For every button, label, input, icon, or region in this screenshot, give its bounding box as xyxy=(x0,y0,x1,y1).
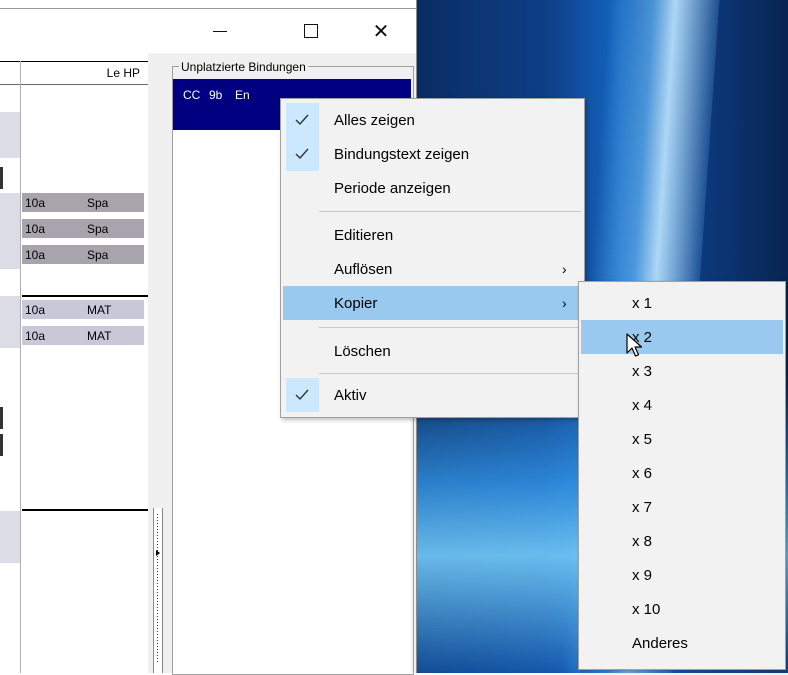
menu-item-alles-zeigen[interactable]: Alles zeigen xyxy=(283,103,582,137)
class-cell: 10a xyxy=(25,196,46,210)
table-row[interactable]: 10a MAT xyxy=(22,326,144,345)
subject-cell: Spa xyxy=(87,196,109,210)
subject-cell: MAT xyxy=(87,329,112,343)
checkmark-icon xyxy=(286,137,319,171)
unplaced-bindings-title: Unplatzierte Bindungen xyxy=(179,60,308,74)
menu-item-periode-anzeigen[interactable]: Periode anzeigen xyxy=(283,171,582,205)
splitter[interactable] xyxy=(148,53,170,673)
submenu-item-label: x 5 xyxy=(632,431,653,448)
grid-marker xyxy=(0,434,3,456)
menu-item-label: Periode anzeigen xyxy=(334,180,451,197)
menu-item-editieren[interactable]: Editieren xyxy=(283,218,582,252)
grid-block xyxy=(0,112,20,158)
subject-cell: Spa xyxy=(87,248,109,262)
grid-header: Le HP xyxy=(0,61,148,85)
grid-header-label: Le HP xyxy=(106,66,140,80)
grid-marker xyxy=(0,407,3,429)
menu-item-label: Bindungstext zeigen xyxy=(334,146,470,163)
table-row[interactable]: 10a Spa xyxy=(22,219,144,238)
menu-separator xyxy=(319,211,581,212)
title-bar: ✕ xyxy=(0,8,416,53)
maximize-icon xyxy=(304,24,318,38)
class-cell: 10a xyxy=(25,329,46,343)
menu-item-aufloesen[interactable]: Auflösen › xyxy=(283,252,582,286)
submenu-item-x3[interactable]: x 3 xyxy=(581,354,783,388)
menu-separator xyxy=(319,327,581,328)
maximize-button[interactable] xyxy=(288,9,334,53)
binding-code: CC xyxy=(183,88,201,102)
subject-cell: MAT xyxy=(87,303,112,317)
grid-block xyxy=(0,193,20,269)
menu-item-label: Aktiv xyxy=(334,387,367,404)
class-cell: 10a xyxy=(25,248,46,262)
grid-line xyxy=(22,509,148,511)
menu-item-bindungstext-zeigen[interactable]: Bindungstext zeigen xyxy=(283,137,582,171)
submenu-item-x7[interactable]: x 7 xyxy=(581,490,783,524)
table-row[interactable]: 10a MAT xyxy=(22,300,144,319)
submenu-item-x8[interactable]: x 8 xyxy=(581,524,783,558)
table-row[interactable]: 10a Spa xyxy=(22,193,144,212)
submenu-item-label: x 10 xyxy=(632,601,661,618)
submenu-item-x4[interactable]: x 4 xyxy=(581,388,783,422)
mouse-pointer-icon xyxy=(626,333,643,357)
menu-item-label: Alles zeigen xyxy=(334,112,415,129)
minimize-icon xyxy=(213,30,227,32)
checkmark-icon xyxy=(286,378,319,412)
class-cell: 10a xyxy=(25,222,46,236)
timetable-grid[interactable]: Le HP 10a Spa 10a Spa 10a Spa 10a MAT 10a MAT xyxy=(0,53,149,673)
grid-marker xyxy=(0,167,3,189)
submenu-item-label: Anderes xyxy=(632,635,688,652)
grid-block xyxy=(0,296,20,348)
menu-item-kopier[interactable]: Kopier › xyxy=(283,286,582,320)
scroll-rail[interactable] xyxy=(153,508,163,673)
submenu-item-label: x 4 xyxy=(632,397,653,414)
close-button[interactable]: ✕ xyxy=(358,9,404,53)
submenu-item-x1[interactable]: x 1 xyxy=(581,286,783,320)
submenu-item-label: x 8 xyxy=(632,533,653,550)
submenu-item-label: x 6 xyxy=(632,465,653,482)
submenu-item-x10[interactable]: x 10 xyxy=(581,592,783,626)
grid-block xyxy=(0,511,20,563)
menu-separator xyxy=(319,373,581,374)
class-cell: 10a xyxy=(25,303,46,317)
grid-divider xyxy=(20,61,21,673)
rail-dots xyxy=(157,514,158,664)
chevron-right-icon: › xyxy=(562,295,567,311)
binding-class: 9b xyxy=(209,88,223,102)
grid-line xyxy=(22,295,148,297)
submenu-item-x6[interactable]: x 6 xyxy=(581,456,783,490)
menu-item-label: Auflösen xyxy=(334,261,393,278)
binding-subject: En xyxy=(235,88,250,102)
menu-item-loeschen[interactable]: Löschen xyxy=(283,334,582,368)
minimize-button[interactable] xyxy=(197,9,243,53)
submenu-item-label: x 9 xyxy=(632,567,653,584)
menu-item-label: Editieren xyxy=(334,227,394,244)
submenu-item-label: x 7 xyxy=(632,499,653,516)
menu-item-label: Kopier xyxy=(334,295,378,312)
submenu-item-x5[interactable]: x 5 xyxy=(581,422,783,456)
scroll-arrow-icon[interactable] xyxy=(156,550,160,556)
copy-submenu: x 1 x 2 x 3 x 4 x 5 x 6 x 7 x 8 x 9 x 10… xyxy=(578,281,786,670)
submenu-item-x9[interactable]: x 9 xyxy=(581,558,783,592)
close-icon: ✕ xyxy=(372,20,390,43)
subject-cell: Spa xyxy=(87,222,109,236)
submenu-item-anderes[interactable]: Anderes xyxy=(581,626,783,660)
chevron-right-icon: › xyxy=(562,261,567,277)
context-menu: Alles zeigen Bindungstext zeigen Periode… xyxy=(280,98,585,418)
submenu-item-label: x 1 xyxy=(632,295,653,312)
table-row[interactable]: 10a Spa xyxy=(22,245,144,264)
submenu-item-x2[interactable]: x 2 xyxy=(581,320,783,354)
submenu-item-label: x 3 xyxy=(632,363,653,380)
menu-item-aktiv[interactable]: Aktiv xyxy=(283,378,582,412)
menu-item-label: Löschen xyxy=(334,343,391,360)
checkmark-icon xyxy=(286,103,319,137)
